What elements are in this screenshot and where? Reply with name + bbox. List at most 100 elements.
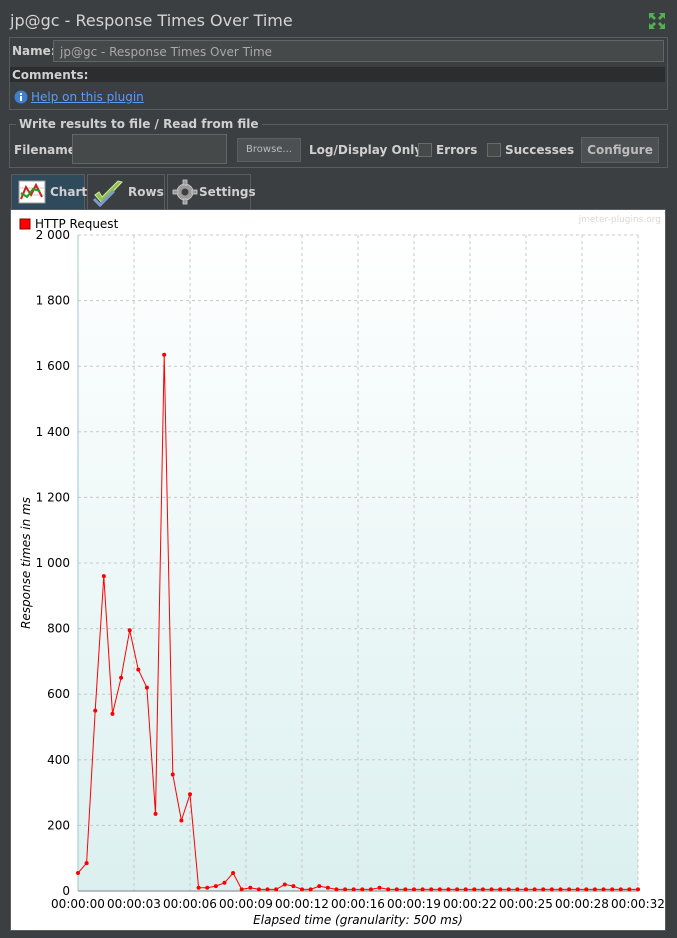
browse-button[interactable]: Browse... <box>237 138 301 162</box>
data-point <box>636 887 640 892</box>
data-point <box>532 887 537 892</box>
tab-chart-label: Chart <box>50 185 88 199</box>
file-section-legend: Write results to file / Read from file <box>16 117 262 131</box>
y-tick-label: 600 <box>47 687 70 701</box>
data-point <box>282 882 287 887</box>
legend-label: HTTP Request <box>35 217 119 231</box>
y-tick-label: 1 600 <box>36 359 70 373</box>
data-point <box>351 887 356 892</box>
data-point <box>300 887 304 892</box>
data-point <box>343 887 348 892</box>
x-tick-label: 00:00:28 <box>555 897 609 911</box>
data-point <box>334 887 339 892</box>
tab-settings[interactable]: Settings <box>167 174 256 209</box>
comments-row[interactable] <box>10 67 665 82</box>
y-tick-label: 1 400 <box>36 425 70 439</box>
configure-button[interactable]: Configure <box>581 137 659 163</box>
y-tick-label: 400 <box>47 753 70 767</box>
data-point <box>567 887 572 892</box>
data-point <box>601 887 606 892</box>
data-point <box>386 887 391 892</box>
data-point <box>179 818 184 823</box>
data-point <box>403 887 408 892</box>
data-point <box>463 887 468 892</box>
data-point <box>265 887 270 892</box>
data-point <box>592 887 597 892</box>
tab-chart[interactable]: Chart <box>11 174 88 209</box>
x-tick-label: 00:00:25 <box>499 897 553 911</box>
expand-icon[interactable] <box>648 12 666 30</box>
checkmark-icon <box>92 180 123 207</box>
data-point <box>584 887 589 892</box>
data-point <box>489 887 494 892</box>
data-point <box>480 887 485 892</box>
data-point <box>549 887 554 892</box>
data-point <box>455 887 460 892</box>
x-tick-label: 00:00:16 <box>331 897 385 911</box>
x-tick-label: 00:00:32 <box>611 897 665 911</box>
successes-label: Successes <box>505 143 575 157</box>
data-point <box>222 880 227 885</box>
data-point <box>196 885 201 890</box>
chart-panel: 0 200 400 600 800 1 000 1 200 1 400 1 600 1 800 2 … <box>10 209 666 931</box>
data-point <box>170 772 175 777</box>
data-point <box>188 792 192 797</box>
data-point <box>93 708 98 713</box>
data-point <box>127 628 132 633</box>
data-point <box>472 887 477 892</box>
x-axis-label: Elapsed time (granularity: 500 ms) <box>253 913 463 927</box>
chart-icon <box>18 180 46 204</box>
x-tick-label: 00:00:19 <box>387 897 441 911</box>
comments-label: Comments: <box>12 68 89 82</box>
data-point <box>575 887 580 892</box>
data-point <box>110 711 115 716</box>
y-tick-label: 800 <box>47 622 70 636</box>
tab-rows-label: Rows <box>128 185 164 199</box>
watermark: jmeter-plugins.org <box>578 215 661 225</box>
filename-input[interactable] <box>72 134 227 164</box>
data-point <box>541 887 546 892</box>
data-point <box>437 887 442 892</box>
gear-icon <box>172 179 198 205</box>
data-point <box>627 887 632 892</box>
data-point <box>205 885 210 890</box>
successes-checkbox[interactable] <box>487 143 501 157</box>
name-input[interactable]: jp@gc - Response Times Over Time <box>53 40 664 62</box>
legend-swatch <box>19 218 31 230</box>
name-label: Name: <box>12 44 56 58</box>
y-tick-label: 1 000 <box>36 556 70 570</box>
data-point <box>308 887 313 892</box>
data-point <box>446 887 451 892</box>
x-tick-label: 00:00:22 <box>443 897 497 911</box>
data-point <box>506 887 511 892</box>
data-point <box>524 887 528 892</box>
y-tick-label: 200 <box>47 818 70 832</box>
data-point <box>291 884 296 889</box>
log-display-label: Log/Display Only: <box>309 143 427 157</box>
data-point <box>618 887 623 892</box>
data-point <box>429 887 434 892</box>
data-point <box>394 887 399 892</box>
errors-checkbox[interactable] <box>418 143 432 157</box>
data-point <box>256 887 261 892</box>
data-point <box>162 352 167 357</box>
tab-settings-label: Settings <box>199 185 256 199</box>
data-point <box>420 887 425 892</box>
y-tick-label: 1 800 <box>36 294 70 308</box>
y-tick-label: 0 <box>62 884 70 898</box>
data-point <box>377 885 382 890</box>
help-link[interactable]: Help on this plugin <box>31 90 144 104</box>
data-point <box>498 887 503 892</box>
data-point <box>274 887 279 892</box>
tab-rows[interactable]: Rows <box>87 174 165 209</box>
data-point <box>558 887 563 892</box>
data-point <box>515 887 520 892</box>
data-point <box>119 675 124 680</box>
data-point <box>368 887 373 892</box>
x-tick-label: 00:00:00 <box>51 897 105 911</box>
data-point <box>101 574 106 579</box>
errors-label: Errors <box>436 143 478 157</box>
x-tick-label: 00:00:06 <box>163 897 217 911</box>
data-point <box>213 884 218 889</box>
data-point <box>76 870 80 875</box>
